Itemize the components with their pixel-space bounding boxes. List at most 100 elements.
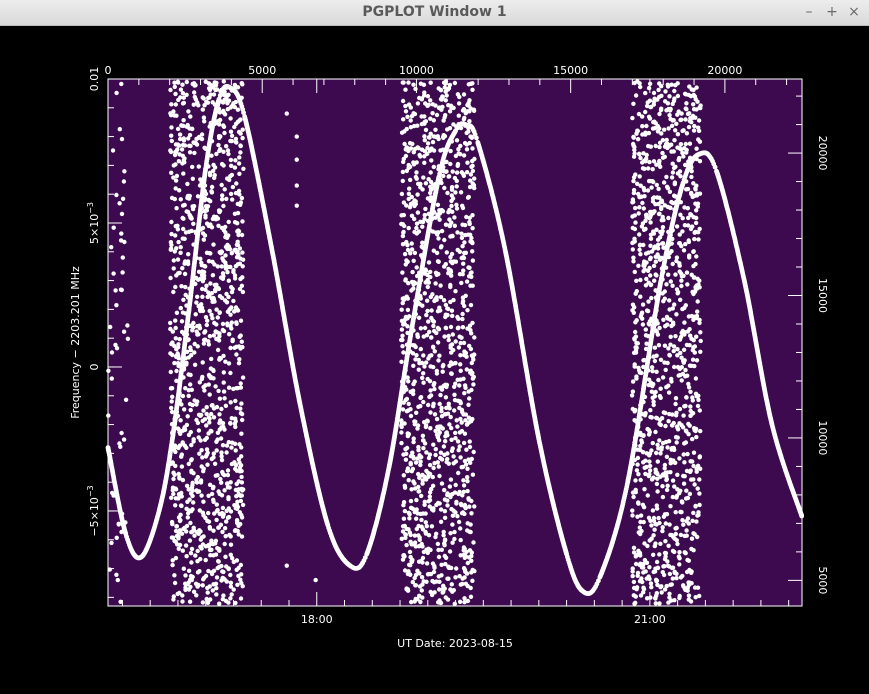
noise-point [111,225,116,230]
noise-point [691,548,696,553]
noise-point [452,384,457,389]
noise-point [448,531,453,536]
noise-point [178,136,183,142]
noise-point [422,160,427,165]
noise-point [458,340,463,346]
noise-point [667,591,672,596]
noise-point [208,251,213,256]
noise-point [461,92,467,97]
noise-point [125,336,131,341]
noise-point [661,180,667,185]
noise-point [662,462,668,468]
noise-point [173,539,178,544]
noise-point [404,451,409,456]
noise-point [240,127,245,132]
noise-point [401,473,406,478]
noise-point [689,174,694,180]
noise-point [117,441,122,446]
noise-point [204,208,209,213]
noise-point [461,106,467,112]
noise-point [688,468,693,473]
noise-point [697,502,702,508]
noise-point [216,142,221,148]
noise-point [659,106,664,111]
noise-point [402,317,407,323]
noise-point [439,481,445,486]
noise-point [176,471,181,477]
noise-point [431,382,436,388]
noise-point [238,562,244,568]
noise-point [688,333,693,338]
noise-point [188,491,194,496]
noise-point [228,174,233,179]
noise-point [239,232,245,238]
noise-point [238,493,243,498]
noise-point [674,312,679,317]
noise-point [168,148,173,153]
noise-point [233,398,238,404]
noise-point [698,338,703,344]
close-icon[interactable]: × [845,3,863,21]
noise-point [415,192,420,197]
noise-point [418,181,423,187]
noise-point [214,307,219,312]
noise-point [223,253,228,258]
noise-point [228,157,234,163]
noise-point [677,232,682,237]
noise-point [644,560,650,565]
noise-point [634,468,640,473]
noise-point [180,266,185,271]
noise-point [109,540,114,546]
noise-point [687,141,693,146]
noise-point [468,302,474,308]
noise-point [217,310,222,315]
noise-point [456,519,462,525]
window-titlebar[interactable]: PGPLOT Window 1 – + × [0,0,869,26]
noise-point [427,452,433,457]
noise-point [634,289,639,294]
noise-point [425,376,430,382]
noise-point [653,577,659,582]
noise-point [431,345,436,350]
noise-point [456,345,462,350]
minimize-icon[interactable]: – [800,3,818,21]
noise-point [209,189,214,194]
noise-point [683,92,689,97]
noise-point [640,565,646,570]
noise-point [655,97,660,102]
noise-point [441,135,446,140]
noise-point [179,452,184,457]
noise-point [409,487,414,492]
noise-point [399,420,405,426]
noise-point [220,321,226,327]
maximize-icon[interactable]: + [823,3,841,21]
noise-point [465,488,470,494]
noise-point [415,145,420,150]
noise-point [171,266,176,271]
noise-point [440,104,445,110]
noise-point [460,464,466,470]
noise-point [407,516,412,521]
noise-point [200,418,205,424]
noise-point [465,479,470,484]
noise-point [663,367,668,373]
noise-point [211,162,216,168]
noise-point [675,472,680,477]
noise-point [436,86,441,91]
noise-point [231,386,236,392]
noise-point [463,412,469,417]
noise-point [664,454,670,459]
noise-point [214,336,219,342]
noise-point [229,326,234,331]
noise-point [184,554,189,559]
noise-point [655,459,660,464]
noise-point [199,493,204,498]
noise-point [633,594,638,599]
noise-point [114,572,119,577]
noise-point [644,152,649,158]
noise-point [649,185,654,190]
noise-point [698,105,703,111]
noise-point [467,219,472,225]
noise-point [211,484,216,490]
noise-point [690,357,696,362]
